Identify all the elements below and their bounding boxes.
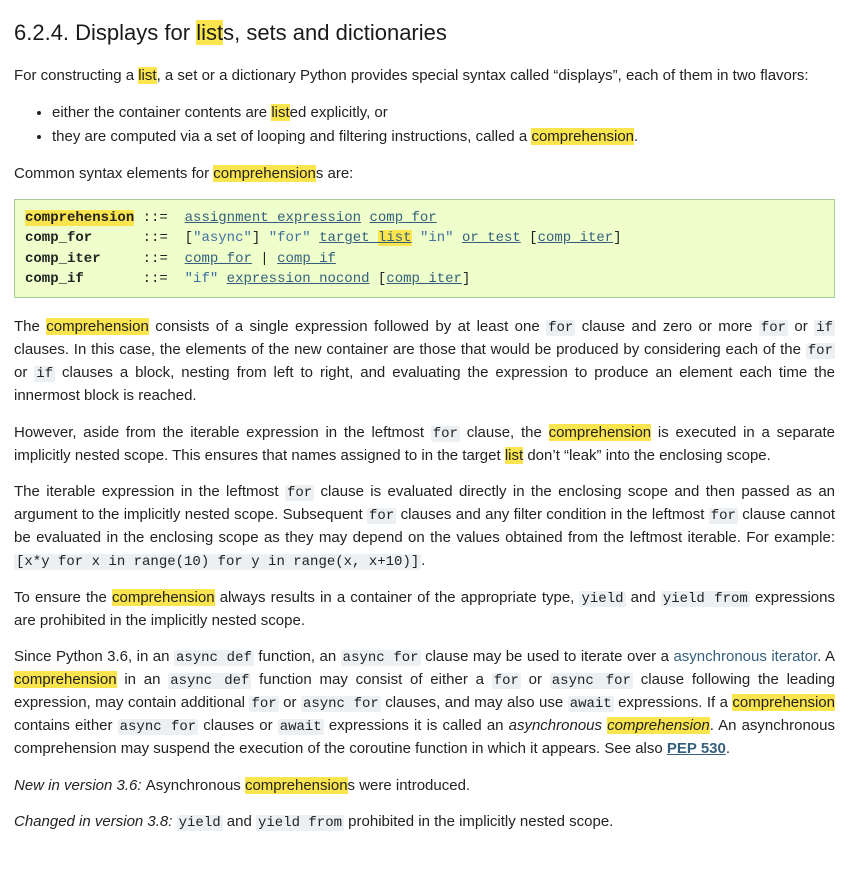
asynchronous-iterator-link[interactable]: asynchronous iterator <box>673 648 817 665</box>
example-code: [x*y for x in range(10) for y in range(x… <box>14 554 421 570</box>
list-item: they are computed via a set of looping a… <box>52 126 835 149</box>
search-highlight: comprehension <box>14 671 117 688</box>
grammar-link[interactable]: comp_for <box>370 210 437 226</box>
search-highlight: comprehension <box>112 589 215 606</box>
search-highlight: comprehension <box>549 424 652 441</box>
search-highlight: list <box>138 67 156 84</box>
syntax-intro: Common syntax elements for comprehension… <box>14 163 835 186</box>
yield-paragraph: To ensure the comprehension always resul… <box>14 587 835 633</box>
grammar-link[interactable]: comp_iter <box>538 230 614 246</box>
grammar-link[interactable]: or_test <box>462 230 521 246</box>
comprehension-explain-paragraph: The comprehension consists of a single e… <box>14 316 835 408</box>
search-highlight: comprehension <box>732 694 835 711</box>
search-highlight: comprehension <box>25 210 134 226</box>
flavors-list: either the container contents are listed… <box>14 102 835 149</box>
search-highlight: list <box>378 230 412 246</box>
async-paragraph: Since Python 3.6, in an async def functi… <box>14 646 835 761</box>
search-highlight: list <box>271 104 289 121</box>
search-highlight: comprehension <box>46 318 149 335</box>
grammar-link[interactable]: comp_iter <box>386 271 462 287</box>
grammar-link[interactable]: target_list <box>319 230 411 246</box>
grammar-link[interactable]: comp_if <box>277 251 336 267</box>
grammar-link[interactable]: comp_for <box>185 251 252 267</box>
grammar-link[interactable]: assignment_expression <box>185 210 361 226</box>
search-highlight: comprehension <box>245 777 348 794</box>
pep-530-link[interactable]: PEP 530 <box>667 740 726 757</box>
version-added-3-6: New in version 3.6: Asynchronous compreh… <box>14 775 835 798</box>
intro-paragraph: For constructing a list, a set or a dict… <box>14 65 835 88</box>
grammar-link[interactable]: expression_nocond <box>227 271 370 287</box>
list-item: either the container contents are listed… <box>52 102 835 125</box>
iterable-paragraph: The iterable expression in the leftmost … <box>14 481 835 573</box>
search-highlight: comprehension <box>213 165 316 182</box>
version-changed-3-8: Changed in version 3.8: yield and yield … <box>14 811 835 834</box>
grammar-block: comprehension ::= assignment_expression … <box>14 199 835 298</box>
section-heading: 6.2.4. Displays for lists, sets and dict… <box>14 16 835 49</box>
search-highlight: list <box>196 20 223 45</box>
scope-paragraph: However, aside from the iterable express… <box>14 422 835 468</box>
search-highlight: list <box>505 447 523 464</box>
search-highlight: comprehension <box>607 717 710 734</box>
search-highlight: comprehension <box>531 128 634 145</box>
